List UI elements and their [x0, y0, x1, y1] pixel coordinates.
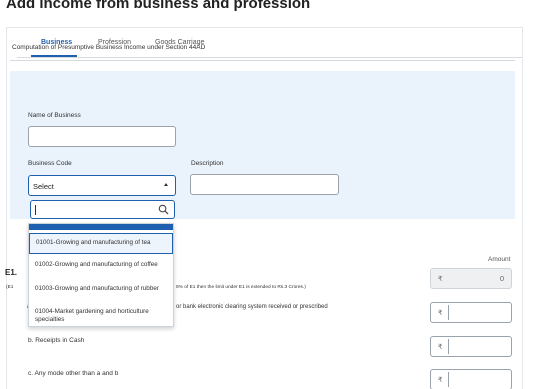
amount-column-header: Amount	[488, 256, 511, 263]
row-b-amount-input[interactable]: ₹	[430, 336, 512, 357]
input-divider	[448, 305, 449, 320]
business-code-select[interactable]: Select	[28, 175, 176, 196]
dropdown-option[interactable]: 01004-Market gardening and horticulture …	[29, 308, 149, 324]
name-of-business-label: Name of Business	[28, 112, 81, 119]
business-code-label: Business Code	[28, 160, 72, 167]
text-cursor	[35, 205, 36, 215]
input-divider	[448, 339, 449, 354]
description-input[interactable]	[190, 174, 339, 195]
row-c-label: c. Any mode other than a and b	[28, 370, 119, 377]
e1-amount-field: ₹ 0	[430, 268, 512, 289]
dropdown-option[interactable]: 01003-Growing and manufacturing of rubbe…	[29, 285, 173, 293]
e1-amount-value: 0	[499, 274, 504, 283]
row-b-label: b. Receipts in Cash	[28, 337, 85, 344]
row-a-label: or bank electronic clearing system recei…	[176, 304, 328, 310]
search-icon	[158, 204, 169, 215]
dropdown-option[interactable]: 01001-Growing and manufacturing of tea	[29, 233, 173, 254]
divider	[10, 60, 515, 61]
dropdown-scroll-indicator	[29, 224, 173, 230]
business-code-selected-value: Select	[33, 182, 54, 191]
active-tab-indicator	[31, 55, 77, 57]
input-divider	[448, 372, 449, 387]
section-heading: Computation of Presumptive Business Inco…	[12, 44, 206, 51]
page-title: Add income from business and profession	[6, 0, 311, 12]
business-code-dropdown: 01001-Growing and manufacturing of tea 0…	[28, 223, 174, 327]
rupee-icon: ₹	[438, 310, 443, 317]
business-code-search-input[interactable]	[30, 200, 175, 219]
rupee-icon: ₹	[438, 377, 443, 384]
row-a-amount-input[interactable]: ₹	[430, 302, 512, 323]
rupee-icon: ₹	[438, 344, 443, 351]
chevron-up-icon	[164, 183, 168, 186]
row-c-amount-input[interactable]: ₹	[430, 369, 512, 389]
dropdown-option[interactable]: 01002-Growing and manufacturing of coffe…	[29, 261, 173, 269]
e1-sub-label: (E1	[6, 285, 14, 290]
description-label: Description	[191, 160, 224, 167]
rupee-icon: ₹	[438, 276, 443, 283]
e1-label: E1.	[5, 268, 18, 277]
e1-note: 5% of E1 then the limit under E1 is exte…	[176, 285, 306, 290]
name-of-business-input[interactable]	[28, 126, 176, 147]
